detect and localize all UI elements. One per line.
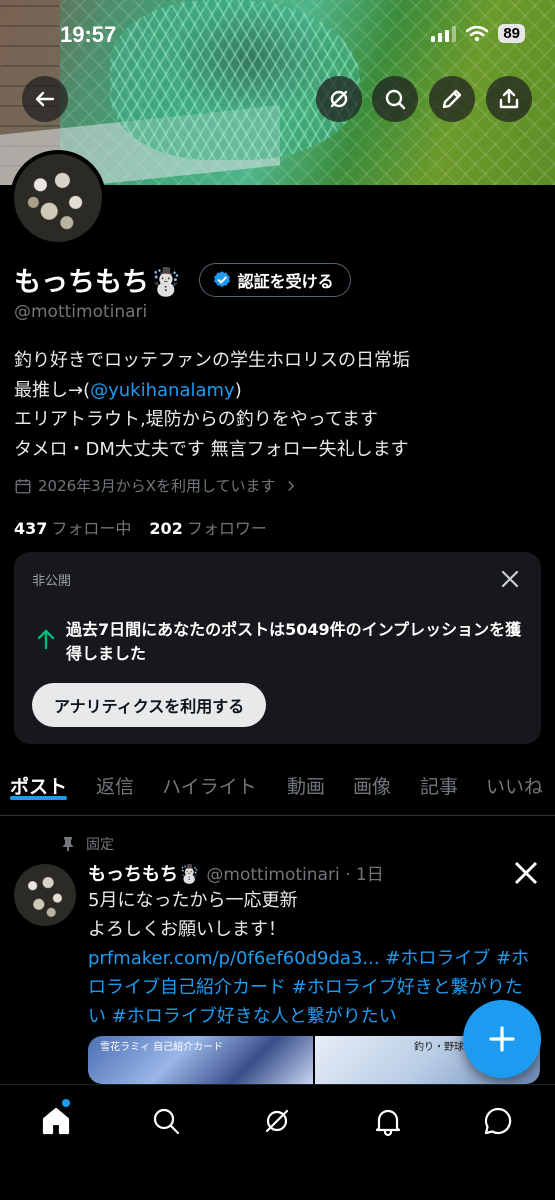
status-time: 19:57 [60, 22, 117, 47]
close-icon [501, 570, 519, 588]
tweet-author-handle[interactable]: @mottimotinari · 1日 [206, 860, 383, 885]
follow-stats: 437 フォロー中 202 フォロワー [14, 515, 267, 539]
battery-indicator: 89 [498, 24, 525, 43]
edit-button[interactable] [429, 76, 475, 122]
media-caption: 釣り・野球 [414, 1042, 464, 1053]
followers-count: 202 [149, 519, 183, 538]
compose-button[interactable] [463, 1000, 541, 1078]
share-button[interactable] [486, 76, 532, 122]
pin-icon [63, 837, 73, 851]
nav-grok[interactable] [257, 1101, 297, 1141]
profile-tabs: ポスト 返信 ハイライト 動画 画像 記事 いいね [0, 764, 555, 816]
tweet-header: もっちもち☃️ @mottimotinari · 1日 [88, 860, 384, 886]
nav-messages[interactable] [478, 1101, 518, 1141]
bio-mention-link[interactable]: @yukihanalamy [90, 380, 235, 401]
arrow-left-icon [35, 91, 55, 107]
name-row: もっちもち☃️ 認証を受ける [14, 260, 351, 299]
bio-line: 最推し→(@yukihanalamy) [14, 376, 544, 406]
joined-date[interactable]: 2026年3月からXを利用しています [14, 475, 300, 496]
status-icons: 89 [431, 24, 525, 43]
search-icon [385, 89, 406, 110]
impressions-text: 過去7日間にあなたのポストは5049件のインプレッションを獲得しました [66, 620, 522, 663]
x-logo-icon [513, 860, 539, 886]
chevron-right-icon [287, 480, 294, 491]
profile-avatar[interactable] [10, 150, 106, 246]
tweet-line-text: よろしくお願いします！ [88, 919, 286, 940]
grok-icon [265, 1109, 289, 1133]
tweet-avatar[interactable] [14, 864, 76, 926]
search-icon [153, 1108, 180, 1135]
following-link[interactable]: 437 フォロー中 [14, 515, 131, 539]
profile-bio: 釣り好きでロッテファンの学生ホロリスの日常垢 最推し→(@yukihanalam… [14, 346, 544, 464]
grok-icon [330, 90, 348, 108]
following-label: フォロー中 [51, 519, 132, 538]
close-card-button[interactable] [499, 568, 521, 590]
joined-text: 2026年3月からXを利用しています [38, 477, 276, 495]
bio-text: ) [234, 379, 242, 401]
tweet-url-link[interactable]: prfmaker.com/p/0f6ef60d9da3... [88, 948, 380, 969]
tab-articles[interactable]: 記事 [420, 764, 458, 799]
tab-replies[interactable]: 返信 [96, 764, 134, 799]
nav-home[interactable] [36, 1101, 76, 1141]
pinned-label: 固定 [86, 837, 114, 853]
tab-highlights[interactable]: ハイライト [162, 764, 257, 799]
verified-badge-icon [213, 270, 230, 287]
tweet-text[interactable]: 5月になったから一応更新 よろしくお願いします！ prfmaker.com/p/… [88, 886, 538, 1031]
followers-label: フォロワー [186, 519, 267, 538]
bell-icon [375, 1109, 401, 1137]
arrow-up-icon [36, 628, 56, 654]
back-button[interactable] [22, 76, 68, 122]
get-verified-label: 認証を受ける [237, 271, 334, 291]
tweet-line: 5月になったから一応更新 [88, 890, 298, 911]
unread-dot [62, 1099, 70, 1107]
display-name: もっちもち☃️ [14, 267, 183, 298]
tweet-author-name[interactable]: もっちもち☃️ [88, 860, 200, 886]
bio-text: 最推し→( [14, 379, 91, 401]
plus-icon [489, 1026, 515, 1052]
private-analytics-card: 非公開 過去7日間にあなたのポストは5049件のインプレッションを獲得しました … [14, 552, 541, 744]
pinned-indicator: 固定 [60, 834, 114, 854]
followers-link[interactable]: 202 フォロワー [149, 515, 266, 539]
tab-videos[interactable]: 動画 [287, 764, 325, 799]
search-button[interactable] [372, 76, 418, 122]
nav-notifications[interactable] [368, 1101, 408, 1141]
pencil-icon [442, 89, 462, 109]
tab-likes[interactable]: いいね [486, 764, 543, 799]
share-icon [499, 88, 519, 109]
get-verified-button[interactable]: 認証を受ける [198, 262, 351, 297]
tab-posts[interactable]: ポスト [10, 764, 68, 800]
home-icon [42, 1107, 70, 1135]
bio-line: 釣り好きでロッテファンの学生ホロリスの日常垢 [14, 350, 410, 371]
banner-net-bag [110, 0, 360, 160]
bio-line: タメロ・DM大丈夫です 無言フォロー失礼します [14, 438, 409, 460]
nav-search[interactable] [146, 1101, 186, 1141]
media-caption: 雪花ラミィ 自己紹介カード [100, 1042, 224, 1053]
calendar-icon [15, 478, 31, 493]
bio-line: エリアトラウト,堤防からの釣りをやってます [14, 409, 378, 430]
message-icon [484, 1107, 512, 1135]
private-label: 非公開 [32, 574, 72, 589]
grok-button[interactable] [316, 76, 362, 122]
following-count: 437 [14, 519, 48, 538]
analytics-button[interactable]: アナリティクスを利用する [32, 683, 267, 727]
signal-icon [431, 25, 457, 42]
profile-handle: @mottimotinari [14, 302, 148, 322]
tab-images[interactable]: 画像 [353, 764, 391, 799]
bottom-navigation [0, 1084, 555, 1200]
tweet-line: よろしくお願いします！ prfmaker.com/p/0f6ef60d9da3.… [88, 915, 538, 1031]
wifi-icon [466, 25, 489, 41]
